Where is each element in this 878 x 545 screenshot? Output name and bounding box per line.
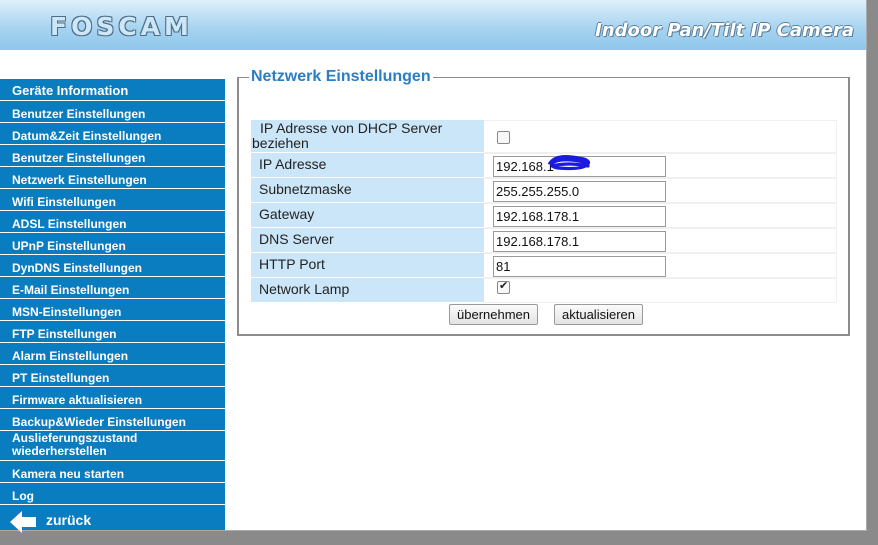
foscam-logo: FOSCAM [50,12,193,41]
sidebar-item-factory-reset[interactable]: Auslieferungszustand wiederherstellen [0,430,225,460]
header-banner: FOSCAM Indoor Pan/Tilt IP Camera [0,0,866,50]
back-button[interactable]: zurück [0,504,225,534]
redaction-scribble [548,154,591,171]
sidebar-item-user-settings-2[interactable]: Benutzer Einstellungen [0,144,225,166]
network-lamp-cell [484,278,837,303]
form-buttons: übernehmen aktualisieren [449,304,643,325]
network-lamp-checkbox[interactable] [497,279,510,294]
sidebar-item-ftp[interactable]: FTP Einstellungen [0,320,225,342]
panel-title: Netzwerk Einstellungen [251,68,431,85]
sidebar-item-wifi[interactable]: Wifi Einstellungen [0,188,225,210]
subnet-mask-input[interactable] [493,181,666,202]
sidebar-item-upnp[interactable]: UPnP Einstellungen [0,232,225,254]
form-row-network-lamp: Network Lamp [251,278,837,303]
sidebar-item-log[interactable]: Log [0,482,225,504]
sidebar-item-network[interactable]: Netzwerk Einstellungen [0,166,225,188]
form-row-ip: IP Adresse [251,153,837,178]
http-port-input[interactable] [493,256,666,277]
sidebar-item-adsl[interactable]: ADSL Einstellungen [0,210,225,232]
sidebar-item-pt[interactable]: PT Einstellungen [0,364,225,386]
dns-server-input[interactable] [493,231,666,252]
gateway-input[interactable] [493,206,666,227]
ip-label: IP Adresse [251,153,484,178]
form-row-dhcp: IP Adresse von DHCP Server beziehen [251,120,837,153]
subnet-cell [484,178,837,203]
gateway-label: Gateway [251,203,484,228]
product-name: Indoor Pan/Tilt IP Camera [595,20,854,41]
dhcp-cell [484,120,837,153]
arrow-left-icon [10,511,36,533]
gateway-cell [484,203,837,228]
refresh-button[interactable]: aktualisieren [554,304,643,325]
back-label: zurück [46,512,92,528]
camera-web-ui: FOSCAM Indoor Pan/Tilt IP Camera Geräte … [0,0,867,534]
apply-button[interactable]: übernehmen [449,304,538,325]
sidebar-item-backup[interactable]: Backup&Wieder Einstellungen [0,408,225,430]
network-lamp-label: Network Lamp [251,278,484,303]
sidebar-spacer [0,50,225,78]
ip-cell [484,153,837,178]
form-row-dns: DNS Server [251,228,837,253]
sidebar-menu: Geräte Information Benutzer Einstellunge… [0,78,225,534]
sidebar-item-date-time[interactable]: Datum&Zeit Einstellungen [0,122,225,144]
sidebar-item-alarm[interactable]: Alarm Einstellungen [0,342,225,364]
sidebar-item-user-settings[interactable]: Benutzer Einstellungen [0,100,225,122]
dhcp-label: IP Adresse von DHCP Server beziehen [251,120,484,153]
form-row-gateway: Gateway [251,203,837,228]
sidebar-item-msn[interactable]: MSN-Einstellungen [0,298,225,320]
http-port-label: HTTP Port [251,253,484,278]
dns-label: DNS Server [251,228,484,253]
subnet-label: Subnetzmaske [251,178,484,203]
sidebar-item-reboot[interactable]: Kamera neu starten [0,460,225,482]
dns-cell [484,228,837,253]
form-row-http-port: HTTP Port [251,253,837,278]
form-row-subnet: Subnetzmaske [251,178,837,203]
sidebar-item-device-info[interactable]: Geräte Information [0,78,225,100]
http-port-cell [484,253,837,278]
sidebar-item-email[interactable]: E-Mail Einstellungen [0,276,225,298]
sidebar-item-firmware[interactable]: Firmware aktualisieren [0,386,225,408]
sidebar-item-dyndns[interactable]: DynDNS Einstellungen [0,254,225,276]
dhcp-checkbox[interactable] [497,131,510,144]
network-form: IP Adresse von DHCP Server beziehen IP A… [251,120,837,303]
